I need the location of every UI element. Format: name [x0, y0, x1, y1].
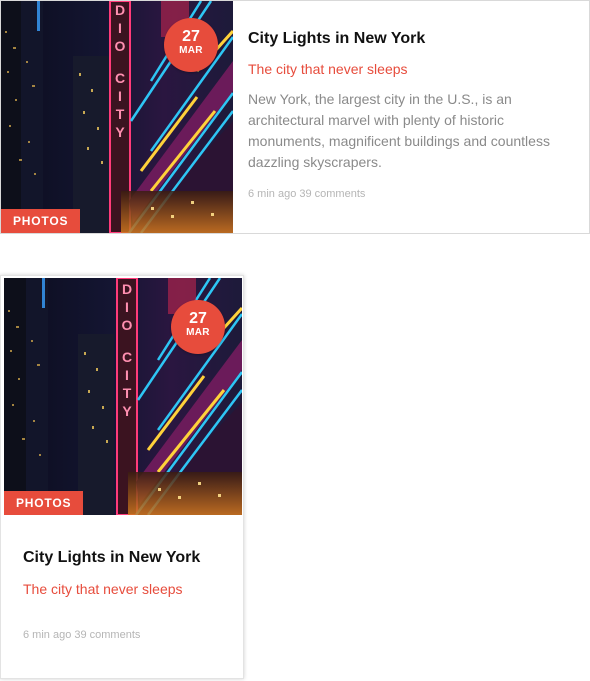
svg-text:O: O [122, 317, 133, 333]
svg-text:T: T [116, 106, 125, 122]
svg-text:C: C [122, 349, 132, 365]
date-month: MAR [186, 327, 210, 338]
card-body: City Lights in New York The city that ne… [23, 548, 228, 642]
category-tag-photos[interactable]: PHOTOS [1, 209, 81, 233]
svg-text:Y: Y [122, 403, 132, 419]
card-meta: 6 min ago 39 comments [248, 188, 366, 200]
card-body: City Lights in New York The city that ne… [248, 29, 568, 201]
svg-text:I: I [125, 367, 129, 383]
svg-text:T: T [123, 385, 132, 401]
card-subtitle: The city that never sleeps [23, 581, 183, 597]
date-badge: 27 MAR [171, 300, 225, 354]
date-day: 27 [189, 310, 207, 327]
card-title[interactable]: City Lights in New York [23, 548, 228, 568]
card-meta: 6 min ago 39 comments [23, 629, 141, 641]
news-card-horizontal[interactable]: D I O C I T Y 27 MAR PHOTOS City Lights … [0, 0, 590, 234]
svg-text:I: I [125, 299, 129, 315]
svg-text:I: I [118, 20, 122, 36]
svg-text:O: O [115, 38, 126, 54]
card-excerpt: New York, the largest city in the U.S., … [248, 91, 550, 170]
svg-text:I: I [118, 88, 122, 104]
card-subtitle: The city that never sleeps [248, 61, 408, 77]
date-day: 27 [182, 28, 200, 45]
date-month: MAR [179, 45, 203, 56]
svg-text:C: C [115, 70, 125, 86]
svg-text:D: D [115, 2, 125, 18]
news-card-vertical[interactable]: D I O C I T Y 27 MAR PHOTOS City Lights … [0, 275, 244, 679]
svg-text:D: D [122, 281, 132, 297]
card-title[interactable]: City Lights in New York [248, 29, 568, 49]
date-badge: 27 MAR [164, 18, 218, 72]
svg-text:Y: Y [115, 124, 125, 140]
category-tag-photos[interactable]: PHOTOS [4, 491, 84, 515]
